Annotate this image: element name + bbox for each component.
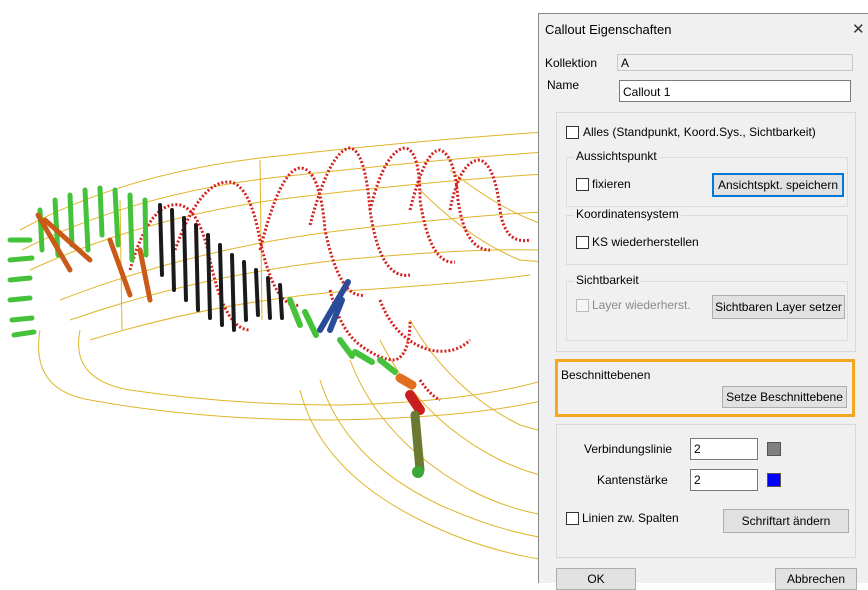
coordinate-system-group: KS wiederherstellen — [566, 215, 848, 265]
fix-label: fixieren — [592, 177, 631, 191]
collection-field: A — [617, 54, 853, 71]
line-settings-group: Verbindungslinie 2 Kantenstärke 2 Linien… — [556, 424, 856, 558]
ok-button[interactable]: OK — [556, 568, 636, 590]
red-dotted-ribs — [128, 146, 531, 402]
3d-viewport[interactable] — [0, 0, 546, 576]
edge-thickness-field[interactable]: 2 — [690, 469, 758, 491]
viewpoint-group: fixieren Ansichtspkt. speichern — [566, 157, 848, 207]
ks-restore-checkbox[interactable] — [576, 236, 589, 249]
dialog-title: Callout Eigenschaften — [545, 22, 672, 37]
connection-line-field[interactable]: 2 — [690, 438, 758, 460]
layer-restore-checkbox — [576, 299, 589, 312]
lines-between-columns-checkbox[interactable] — [566, 512, 579, 525]
change-font-button[interactable]: Schriftart ändern — [723, 509, 849, 533]
ks-restore-label: KS wiederherstellen — [592, 235, 699, 249]
connection-line-label: Verbindungslinie — [584, 442, 673, 456]
clipping-planes-highlight: Beschnittebenen Setze Beschnittebene — [555, 359, 855, 417]
callout-properties-dialog: Callout Eigenschaften ✕ Kollektion A Nam… — [538, 13, 868, 590]
wireframe-scene — [7, 131, 546, 561]
all-checkbox-label: Alles (Standpunkt, Koord.Sys., Sichtbark… — [583, 125, 816, 139]
edge-thickness-label: Kantenstärke — [597, 473, 668, 487]
lines-between-columns-label: Linien zw. Spalten — [582, 511, 679, 525]
all-checkbox[interactable] — [566, 126, 579, 139]
name-field[interactable]: Callout 1 — [619, 80, 851, 102]
settings-group: Alles (Standpunkt, Koord.Sys., Sichtbark… — [556, 112, 856, 352]
layer-restore-label: Layer wiederherst. — [592, 298, 691, 312]
cancel-button[interactable]: Abbrechen — [775, 568, 857, 590]
close-icon[interactable]: ✕ — [852, 20, 865, 38]
edge-thickness-color-swatch[interactable] — [767, 473, 781, 487]
save-viewpoint-button[interactable]: Ansichtspkt. speichern — [712, 173, 844, 197]
collection-label: Kollektion — [545, 56, 598, 70]
connection-line-color-swatch[interactable] — [767, 442, 781, 456]
column-bars — [7, 185, 425, 478]
set-clipping-plane-button[interactable]: Setze Beschnittebene — [722, 386, 847, 408]
clipping-planes-legend: Beschnittebenen — [561, 368, 651, 382]
visibility-group: Layer wiederherst. Sichtbaren Layer setz… — [566, 281, 848, 341]
name-label: Name — [547, 78, 580, 92]
viewpoint-legend: Aussichtspunkt — [574, 149, 659, 163]
visibility-legend: Sichtbarkeit — [574, 273, 641, 287]
set-visible-layer-button[interactable]: Sichtbaren Layer setzer — [712, 295, 845, 319]
coordinate-system-legend: Koordinatensystem — [574, 207, 681, 221]
fix-checkbox[interactable] — [576, 178, 589, 191]
